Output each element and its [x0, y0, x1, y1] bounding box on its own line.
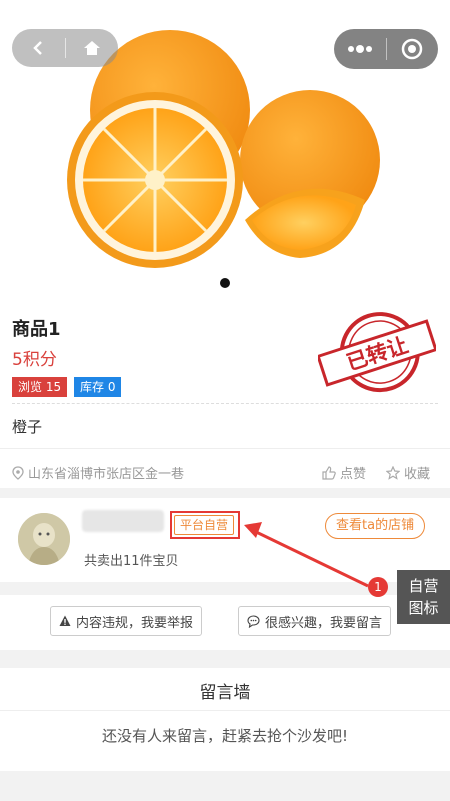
like-button[interactable]: 点赞 — [322, 463, 366, 482]
leave-message-button[interactable]: 很感兴趣，我要留言 — [238, 606, 392, 636]
miniapp-capsule — [334, 29, 438, 69]
chevron-left-icon — [33, 41, 43, 55]
product-info: 商品1 5积分 浏览 15 库存 0 已转让 橙子 山东省淄博市张店区金一巷 点… — [0, 300, 450, 488]
annotation-number: 1 — [368, 577, 388, 597]
avatar[interactable] — [18, 513, 70, 565]
home-button[interactable] — [65, 29, 118, 67]
report-label: 内容违规，我要举报 — [76, 615, 194, 631]
target-circle-icon — [401, 38, 423, 60]
seller-name-blurred — [82, 510, 164, 532]
report-button[interactable]: 内容违规，我要举报 — [50, 606, 203, 636]
sold-count: 共卖出11件宝贝 — [84, 554, 179, 569]
annotation-label-line2: 图标 — [408, 599, 439, 617]
like-label: 点赞 — [340, 467, 367, 482]
back-button[interactable] — [12, 29, 65, 67]
stock-badge: 库存 0 — [74, 377, 122, 397]
annotation-label-line1: 自营 — [408, 577, 439, 595]
favorite-label: 收藏 — [404, 467, 431, 482]
divider — [0, 710, 450, 711]
nav-capsule — [12, 29, 118, 67]
chat-bubble-icon — [247, 614, 260, 628]
location-pin-icon — [12, 465, 24, 480]
annotation-highlight-box — [170, 511, 240, 539]
product-location: 山东省淄博市张店区金一巷 — [12, 463, 184, 482]
more-dots-icon — [347, 45, 372, 53]
product-image-carousel[interactable] — [0, 0, 450, 300]
thumbs-up-icon — [322, 465, 336, 480]
product-points: 5积分 — [12, 350, 57, 370]
action-bar: 内容违规，我要举报 很感兴趣，我要留言 — [0, 595, 450, 650]
more-button[interactable] — [334, 29, 386, 69]
message-wall-empty: 还没有人来留言，赶紧去抢个沙发吧! — [101, 727, 348, 745]
close-miniapp-button[interactable] — [386, 29, 438, 69]
leave-message-label: 很感兴趣，我要留言 — [265, 615, 383, 631]
warning-icon — [59, 615, 71, 626]
seller-card: 平台自营 共卖出11件宝贝 查看ta的店铺 — [0, 498, 450, 582]
view-shop-button[interactable]: 查看ta的店铺 — [325, 513, 426, 539]
star-icon — [386, 465, 400, 480]
transferred-stamp: 已转让 — [318, 312, 436, 393]
avatar-image — [18, 513, 70, 565]
home-icon — [83, 41, 100, 55]
divider — [0, 448, 450, 449]
message-wall-title: 留言墙 — [199, 683, 251, 703]
location-text: 山东省淄博市张店区金一巷 — [28, 467, 185, 482]
product-title: 商品1 — [12, 319, 61, 340]
divider — [12, 403, 438, 404]
favorite-button[interactable]: 收藏 — [386, 463, 430, 482]
carousel-indicator-dot — [220, 278, 230, 288]
annotation-label: 自营 图标 — [397, 570, 450, 624]
message-wall: 留言墙 还没有人来留言，赶紧去抢个沙发吧! — [0, 668, 450, 771]
product-description: 橙子 — [12, 418, 43, 436]
views-badge: 浏览 15 — [12, 377, 68, 397]
